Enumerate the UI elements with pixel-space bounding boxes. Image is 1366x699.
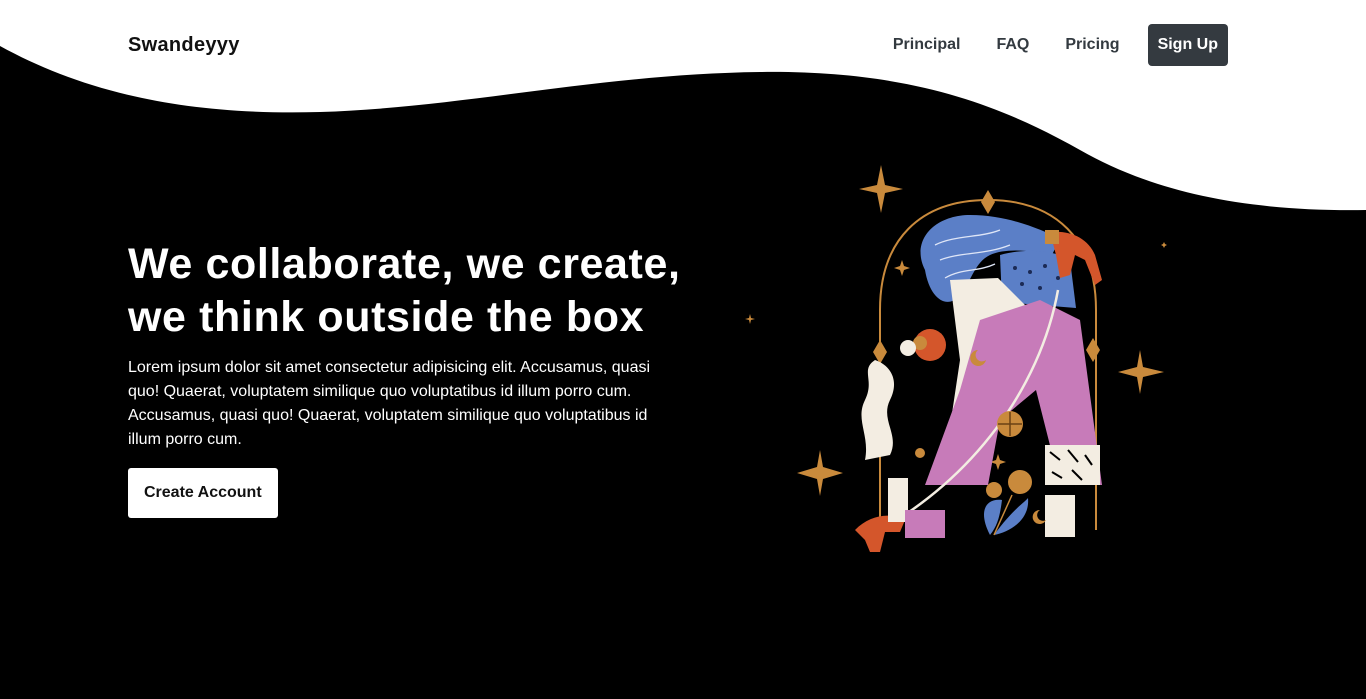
brand-logo[interactable]: Swandeyyy xyxy=(128,34,240,57)
hero-description: Lorem ipsum dolor sit amet consectetur a… xyxy=(128,359,651,448)
create-account-button[interactable]: Create Account xyxy=(128,468,278,518)
nav-link-pricing[interactable]: Pricing xyxy=(1065,25,1119,65)
sign-up-button[interactable]: Sign Up xyxy=(1147,24,1228,66)
hero-title: We collaborate, we create, we think outs… xyxy=(128,240,681,341)
woman-arch-illustration xyxy=(745,165,1167,552)
navbar: Swandeyyy Principal FAQ Pricing Sign Up xyxy=(0,0,1366,90)
page: Swandeyyy Principal FAQ Pricing Sign Up … xyxy=(0,0,1366,699)
hero-section: We collaborate, we create, we think outs… xyxy=(128,238,688,518)
nav-links: Principal FAQ Pricing Sign Up xyxy=(893,24,1228,66)
nav-link-faq[interactable]: FAQ xyxy=(996,25,1029,65)
nav-link-principal[interactable]: Principal xyxy=(893,25,961,65)
